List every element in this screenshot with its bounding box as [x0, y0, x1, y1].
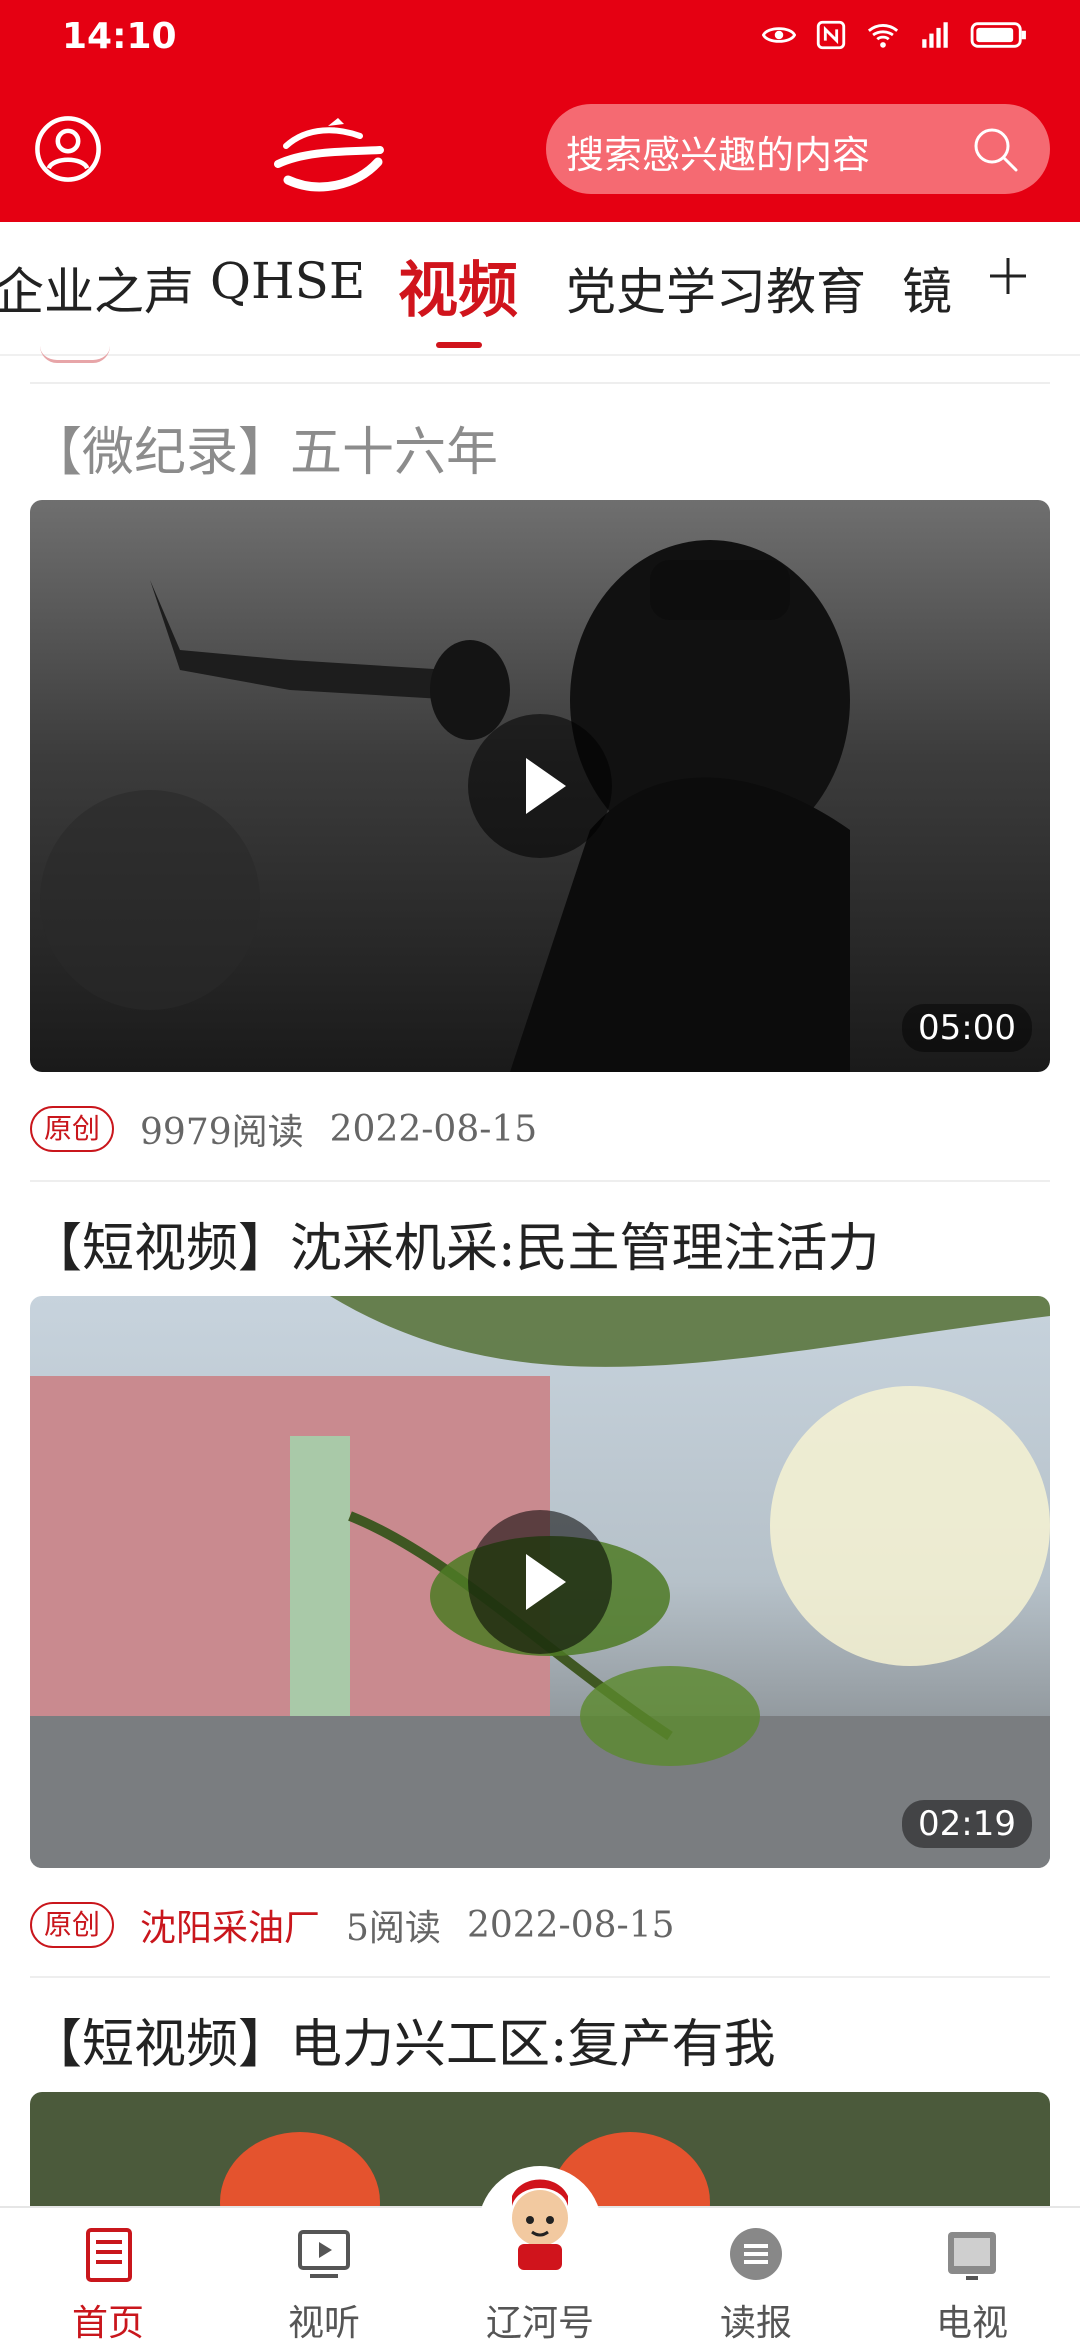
nav-label: 首页 — [71, 2303, 144, 2344]
search-placeholder: 搜索感兴趣的内容 — [566, 133, 871, 177]
publish-date: 2022-08-15 — [329, 1108, 538, 1150]
nfc-icon — [816, 20, 846, 50]
video-thumbnail[interactable]: 05:00 — [30, 500, 1050, 1072]
app-header: 14:10 搜索感兴趣的内容 — [0, 0, 1080, 222]
divider — [30, 1976, 1050, 1978]
newspaper-icon — [86, 2228, 132, 2282]
video-duration: 05:00 — [902, 1004, 1032, 1052]
nav-label: 辽河号 — [485, 2303, 594, 2344]
original-badge: 原创 — [30, 1106, 115, 1152]
source-name[interactable]: 沈阳采油厂 — [140, 1899, 320, 1951]
play-screen-icon — [298, 2230, 350, 2278]
eye-icon — [762, 27, 796, 43]
tab-video[interactable]: 视频 — [398, 242, 518, 329]
nav-label: 视听 — [287, 2303, 360, 2344]
video-thumbnail[interactable]: 02:19 — [30, 1296, 1050, 1868]
video-meta: 原创 沈阳采油厂 5阅读 2022-08-15 — [30, 1900, 675, 1950]
nav-label: 电视 — [935, 2303, 1008, 2344]
divider — [30, 1180, 1050, 1182]
channel-tabs: 企业之声 QHSE 视频 党史学习教育 镜 — [0, 222, 1080, 356]
status-bar: 14:10 — [0, 0, 1080, 80]
search-bar[interactable]: 搜索感兴趣的内容 — [546, 104, 1050, 194]
tab-enterprise-voice[interactable]: 企业之声 — [0, 252, 194, 324]
play-button[interactable] — [468, 714, 612, 858]
nav-label: 读报 — [719, 2303, 792, 2344]
tab-party-history[interactable]: 党史学习教育 — [566, 252, 866, 324]
original-badge: 原创 — [30, 1902, 115, 1948]
previous-badge-edge — [40, 346, 110, 363]
play-button[interactable] — [468, 1510, 612, 1654]
tab-qhse[interactable]: QHSE — [210, 252, 365, 310]
divider — [30, 382, 1050, 384]
video-meta: 原创 9979阅读 2022-08-15 — [30, 1104, 537, 1154]
video-title[interactable]: 【微纪录】五十六年 — [30, 410, 498, 485]
read-count: 5阅读 — [346, 1908, 441, 1949]
search-icon[interactable] — [970, 124, 1020, 174]
add-channel-icon[interactable] — [986, 254, 1030, 298]
top-bar: 搜索感兴趣的内容 — [0, 80, 1080, 222]
video-duration: 02:19 — [902, 1800, 1032, 1848]
nav-video-audio[interactable]: 视听 — [216, 2208, 432, 2344]
video-title[interactable]: 【短视频】沈采机采:民主管理注活力 — [30, 1206, 880, 1281]
publish-date: 2022-08-15 — [466, 1904, 675, 1946]
nav-read-paper[interactable]: 读报 — [648, 2208, 864, 2344]
list-icon — [730, 2228, 782, 2280]
signal-icon — [922, 22, 948, 48]
battery-icon — [970, 22, 1026, 48]
tv-icon — [948, 2232, 996, 2280]
video-title[interactable]: 【短视频】电力兴工区:复产有我 — [30, 2002, 776, 2077]
user-profile-icon[interactable] — [34, 115, 102, 183]
wifi-icon — [867, 24, 899, 48]
mascot-icon — [482, 2170, 598, 2286]
tab-mirror[interactable]: 镜 — [902, 252, 952, 324]
nav-home[interactable]: 首页 — [0, 2208, 216, 2344]
read-count: 9979阅读 — [140, 1112, 304, 1153]
status-icons — [762, 18, 1028, 52]
nav-tv[interactable]: 电视 — [864, 2208, 1080, 2344]
status-time: 14:10 — [62, 16, 177, 57]
app-logo-icon — [274, 118, 384, 192]
mascot-button[interactable] — [478, 2166, 602, 2290]
active-tab-indicator — [436, 342, 482, 348]
